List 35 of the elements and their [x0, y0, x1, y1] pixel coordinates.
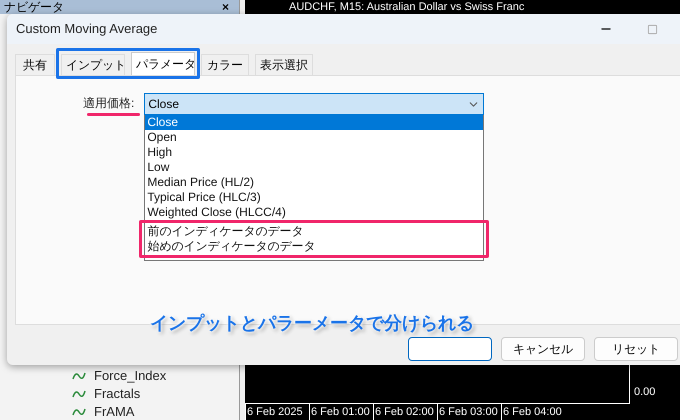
indicator-icon [72, 406, 86, 416]
indicator-icon [72, 370, 86, 380]
indicator-icon [72, 388, 86, 398]
dropdown-option[interactable]: Weighted Close (HLCC/4) [145, 205, 484, 220]
annotation-caption: インプットとパラーメータで分けられる [150, 312, 474, 334]
dialog-button[interactable]: リセット [594, 337, 678, 361]
navigator-title: ナビゲータ [4, 1, 64, 13]
tab[interactable]: インプット [61, 54, 125, 75]
dropdown-option[interactable]: High [145, 145, 484, 160]
tab[interactable]: 共有 [15, 54, 55, 75]
time-label: 6 Feb 04:00 [501, 404, 565, 420]
ok-button[interactable] [408, 337, 492, 361]
dropdown-option[interactable]: Close [145, 115, 484, 130]
tab[interactable]: パラメータ [131, 52, 195, 75]
time-label: 6 Feb 02:00 [373, 404, 437, 420]
navigator-item[interactable]: Fractals [94, 384, 140, 404]
dialog-button[interactable]: キャンセル [501, 337, 585, 361]
time-label: 6 Feb 2025 [245, 404, 309, 420]
time-label: 6 Feb 03:00 [437, 404, 501, 420]
navigator-item[interactable]: Force_Index [94, 366, 166, 386]
dialog-title: Custom Moving Average [16, 20, 158, 38]
dropdown-option[interactable]: Open [145, 130, 484, 145]
dropdown-option[interactable]: Typical Price (HLC/3) [145, 190, 484, 205]
chart-title: AUDCHF, M15: Australian Dollar vs Swiss Franc [289, 2, 524, 12]
tab[interactable]: 表示選択 [255, 54, 313, 75]
price-label: 0.00 [633, 384, 656, 400]
time-label: 6 Feb 01:00 [309, 404, 373, 420]
dropdown-option[interactable]: Median Price (HL/2) [145, 175, 484, 190]
price-select[interactable]: Close [144, 93, 484, 115]
close-button[interactable]: × [222, 1, 229, 13]
annotation-underline [87, 113, 140, 116]
tab[interactable]: カラー [201, 54, 249, 75]
field-label: 適用価格: [83, 96, 134, 110]
navigator-item[interactable]: FrAMA [94, 402, 134, 420]
dropdown-option[interactable]: Low [145, 160, 484, 175]
